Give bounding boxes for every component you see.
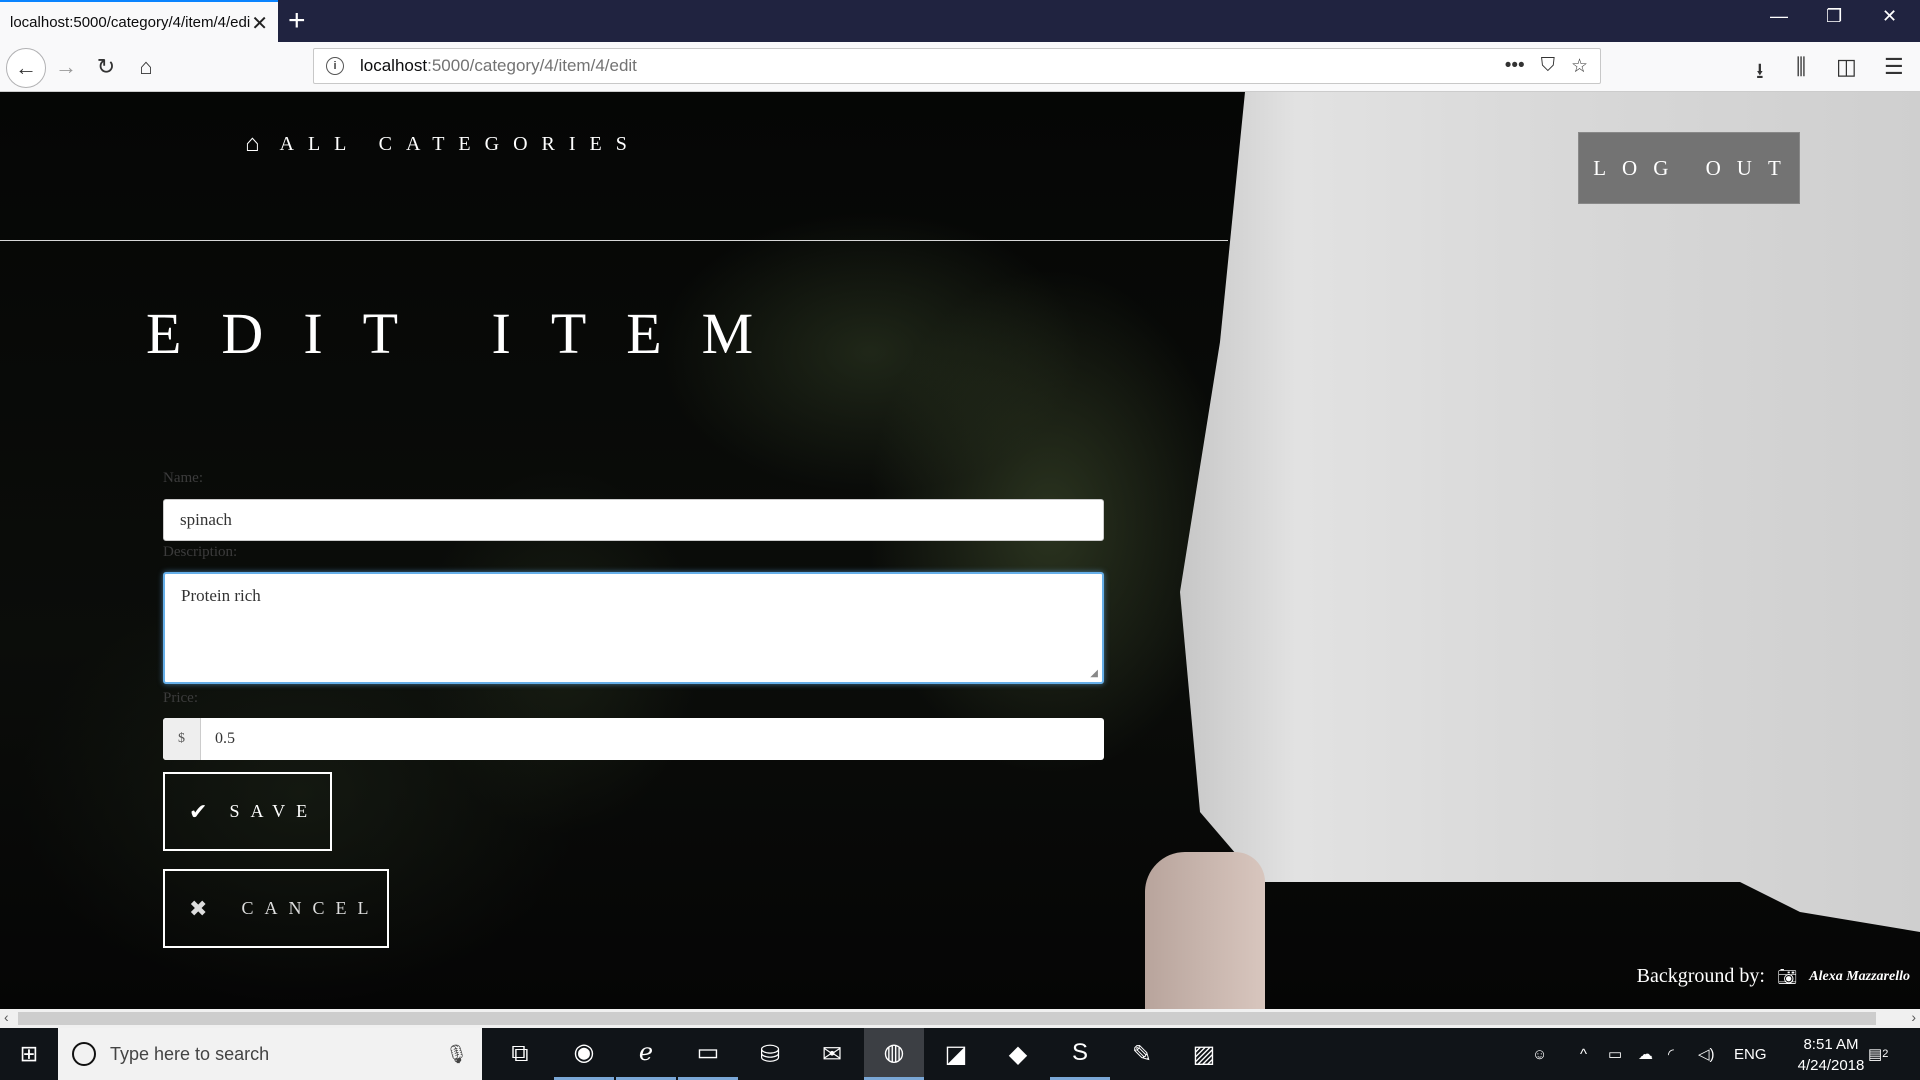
photos-icon[interactable]: ▨ xyxy=(1174,1028,1234,1080)
action-center-icon[interactable]: ▤ 2 xyxy=(1868,1028,1888,1080)
edge-icon[interactable]: ℯ xyxy=(616,1028,676,1080)
all-categories-label: ALL CATEGORIES xyxy=(279,132,641,155)
price-label: Price: xyxy=(163,690,198,706)
description-text: Protein rich xyxy=(181,586,261,605)
sublime-text-icon[interactable]: S xyxy=(1050,1028,1110,1080)
price-input[interactable]: 0.5 xyxy=(201,718,1104,760)
file-explorer-icon[interactable]: ▭ xyxy=(678,1028,738,1080)
window-close-icon[interactable]: ✕ xyxy=(1882,6,1897,27)
browser-tab-bar: localhost:5000/category/4/item/4/edit ✕ … xyxy=(0,0,1920,42)
site-info-icon[interactable]: i xyxy=(326,57,344,75)
library-icon[interactable]: ⫼ xyxy=(1796,54,1806,80)
windows-start-icon[interactable]: ⊞ xyxy=(0,1028,58,1080)
tray-chevron-icon[interactable]: ^ xyxy=(1580,1028,1587,1080)
tab-close-icon[interactable]: ✕ xyxy=(251,11,268,36)
notification-count: 2 xyxy=(1882,1048,1889,1060)
name-label: Name: xyxy=(163,470,203,486)
url-path: :5000/category/4/item/4/edit xyxy=(427,56,637,75)
microphone-icon[interactable]: 🎙︎ xyxy=(445,1044,468,1065)
name-input[interactable]: spinach xyxy=(163,499,1104,541)
browser-toolbar: ← → ↻ ⌂ i localhost:5000/category/4/item… xyxy=(0,42,1920,92)
menu-icon[interactable]: ☰ xyxy=(1884,54,1904,80)
minimize-icon[interactable]: — xyxy=(1770,6,1788,27)
scroll-right-icon[interactable]: › xyxy=(1911,1009,1916,1025)
tab-title: localhost:5000/category/4/item/4/edit xyxy=(10,13,250,31)
page-viewport: ⌂ ALL CATEGORIES LOG OUT EDIT ITEM Name:… xyxy=(0,92,1920,1009)
price-input-group: $ 0.5 xyxy=(163,718,1104,760)
save-button[interactable]: ✔ SAVE xyxy=(163,772,332,851)
windows-taskbar: ⊞ Type here to search 🎙︎ ⧉ ◉ ℯ ▭ ⛁ ✉ ◍ ◪… xyxy=(0,1028,1920,1080)
cancel-label: CANCEL xyxy=(241,898,380,918)
wifi-icon[interactable]: ◜ xyxy=(1668,1028,1674,1080)
taskbar-search[interactable]: Type here to search 🎙︎ xyxy=(58,1028,482,1080)
volume-icon[interactable]: ◁) xyxy=(1698,1028,1715,1080)
mail-icon[interactable]: ✉ xyxy=(802,1028,862,1080)
currency-addon: $ xyxy=(163,718,201,760)
camera-icon: 📷︎ xyxy=(1776,968,1798,986)
pocket-icon[interactable]: ⛉ xyxy=(1541,55,1555,78)
nav-divider xyxy=(0,240,1228,241)
back-icon[interactable]: ← xyxy=(6,48,46,88)
forward-icon[interactable]: → xyxy=(50,51,82,83)
task-view-icon[interactable]: ⧉ xyxy=(490,1028,550,1080)
logout-button[interactable]: LOG OUT xyxy=(1578,132,1800,204)
sidebar-icon[interactable]: ◫ xyxy=(1836,54,1857,80)
paint-icon[interactable]: ✎ xyxy=(1112,1028,1172,1080)
new-tab-icon[interactable]: + xyxy=(288,4,306,38)
page-title: EDIT ITEM xyxy=(146,301,794,366)
onedrive-icon[interactable]: ☁ xyxy=(1638,1028,1653,1080)
git-icon[interactable]: ◆ xyxy=(988,1028,1048,1080)
scrollbar-thumb[interactable] xyxy=(18,1012,1876,1025)
language-indicator[interactable]: ENG xyxy=(1734,1028,1767,1080)
browser-tab[interactable]: localhost:5000/category/4/item/4/edit ✕ xyxy=(0,0,278,42)
page-actions-icon[interactable]: ••• xyxy=(1505,55,1525,78)
battery-icon[interactable]: ▭ xyxy=(1608,1028,1622,1080)
people-icon[interactable]: ☺ xyxy=(1532,1028,1547,1080)
downloads-icon[interactable]: ⭳ xyxy=(1756,54,1764,92)
restore-icon[interactable]: ❐ xyxy=(1826,6,1842,27)
scroll-left-icon[interactable]: ‹ xyxy=(4,1009,9,1025)
background-arm xyxy=(1145,852,1265,1009)
store-icon[interactable]: ⛁ xyxy=(740,1028,800,1080)
search-placeholder: Type here to search xyxy=(110,1043,270,1064)
url-bar[interactable]: i localhost:5000/category/4/item/4/edit … xyxy=(313,48,1601,84)
home-page-icon[interactable]: ⌂ xyxy=(130,51,162,83)
cancel-button[interactable]: ✖ CANCEL xyxy=(163,869,389,948)
save-label: SAVE xyxy=(229,801,319,821)
chrome-icon[interactable]: ◉ xyxy=(554,1028,614,1080)
check-icon: ✔ xyxy=(189,798,208,824)
background-credit: Background by: 📷︎ Alexa Mazzarello xyxy=(1637,965,1910,988)
home-icon: ⌂ xyxy=(245,130,260,157)
url-text[interactable]: localhost:5000/category/4/item/4/edit xyxy=(360,56,637,76)
description-label: Description: xyxy=(163,544,238,560)
description-textarea[interactable]: Protein rich ◢ xyxy=(163,572,1104,684)
sticky-notes-icon[interactable]: ◪ xyxy=(926,1028,986,1080)
firefox-icon[interactable]: ◍ xyxy=(864,1028,924,1080)
resize-handle-icon[interactable]: ◢ xyxy=(1090,668,1098,679)
bookmark-star-icon[interactable]: ☆ xyxy=(1571,55,1588,78)
url-host: localhost xyxy=(360,56,428,75)
credit-signature[interactable]: Alexa Mazzarello xyxy=(1809,969,1910,985)
close-icon: ✖ xyxy=(189,895,208,921)
cortana-icon xyxy=(72,1042,96,1066)
reload-icon[interactable]: ↻ xyxy=(90,51,122,83)
horizontal-scrollbar[interactable]: ‹ › xyxy=(0,1009,1920,1028)
credit-text: Background by: xyxy=(1636,965,1765,987)
all-categories-link[interactable]: ⌂ ALL CATEGORIES xyxy=(245,130,641,158)
